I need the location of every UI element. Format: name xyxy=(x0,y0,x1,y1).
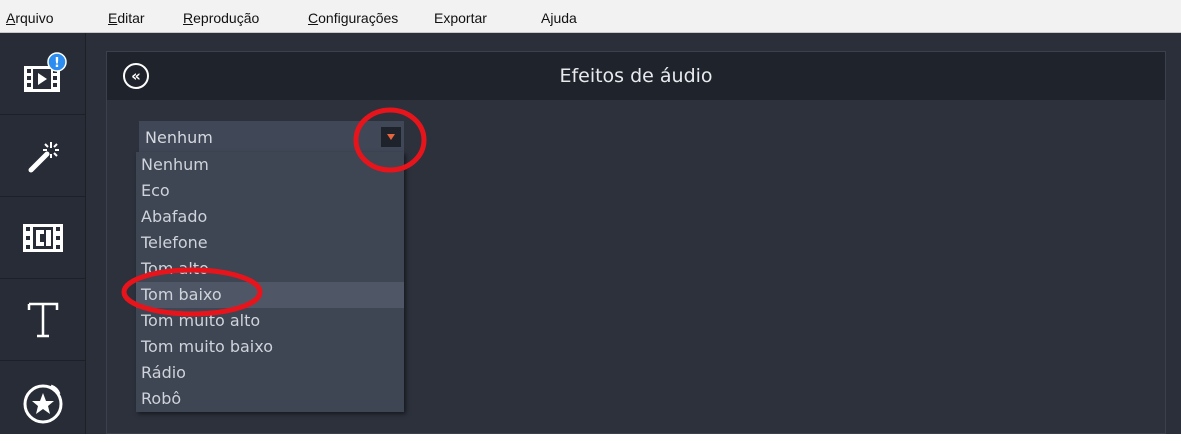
sidebar-item-stickers[interactable] xyxy=(0,361,86,443)
chevron-down-icon xyxy=(387,134,395,140)
list-item-hovered[interactable]: Tom baixo xyxy=(136,282,404,308)
sidebar-item-titles[interactable] xyxy=(0,279,86,361)
list-item[interactable]: Tom muito baixo xyxy=(136,334,404,360)
transitions-icon xyxy=(21,218,65,258)
panel-title: Efeitos de áudio xyxy=(559,65,713,87)
menu-editar[interactable]: Editar xyxy=(108,10,145,26)
list-item[interactable]: Tom alto xyxy=(136,256,404,282)
dropdown-arrow-button[interactable] xyxy=(381,127,401,147)
sidebar-item-filters[interactable] xyxy=(0,115,86,197)
list-item[interactable]: Rádio xyxy=(136,360,404,386)
effect-options-list: Nenhum Eco Abafado Telefone Tom alto Tom… xyxy=(136,152,404,412)
back-button[interactable]: « xyxy=(123,63,149,89)
magic-wand-icon xyxy=(23,136,63,176)
list-item[interactable]: Robô xyxy=(136,386,404,412)
effect-select[interactable]: Nenhum xyxy=(139,121,404,155)
sidebar-item-import[interactable]: ! xyxy=(0,33,86,115)
double-chevron-left-icon: « xyxy=(131,66,141,85)
text-icon xyxy=(23,298,63,342)
film-import-icon: ! xyxy=(19,51,67,96)
panel-header: Efeitos de áudio « xyxy=(107,52,1165,100)
list-item[interactable]: Abafado xyxy=(136,204,404,230)
menu-ajuda[interactable]: Ajuda xyxy=(541,10,577,26)
sticker-star-icon xyxy=(21,380,65,424)
menu-reproducao[interactable]: Reprodução xyxy=(183,10,259,26)
sidebar-item-transitions[interactable] xyxy=(0,197,86,279)
menu-arquivo[interactable]: Arquivo xyxy=(6,10,53,26)
list-item[interactable]: Eco xyxy=(136,178,404,204)
list-item[interactable]: Nenhum xyxy=(136,152,404,178)
menu-configuracoes[interactable]: Configurações xyxy=(308,10,398,26)
effect-select-value: Nenhum xyxy=(145,128,213,147)
list-item[interactable]: Tom muito alto xyxy=(136,308,404,334)
menu-exportar[interactable]: Exportar xyxy=(434,10,487,26)
tool-sidebar: ! xyxy=(0,33,86,434)
list-item[interactable]: Telefone xyxy=(136,230,404,256)
menu-bar: Arquivo Editar Reprodução Configurações … xyxy=(0,0,1181,33)
notification-badge: ! xyxy=(54,56,60,71)
